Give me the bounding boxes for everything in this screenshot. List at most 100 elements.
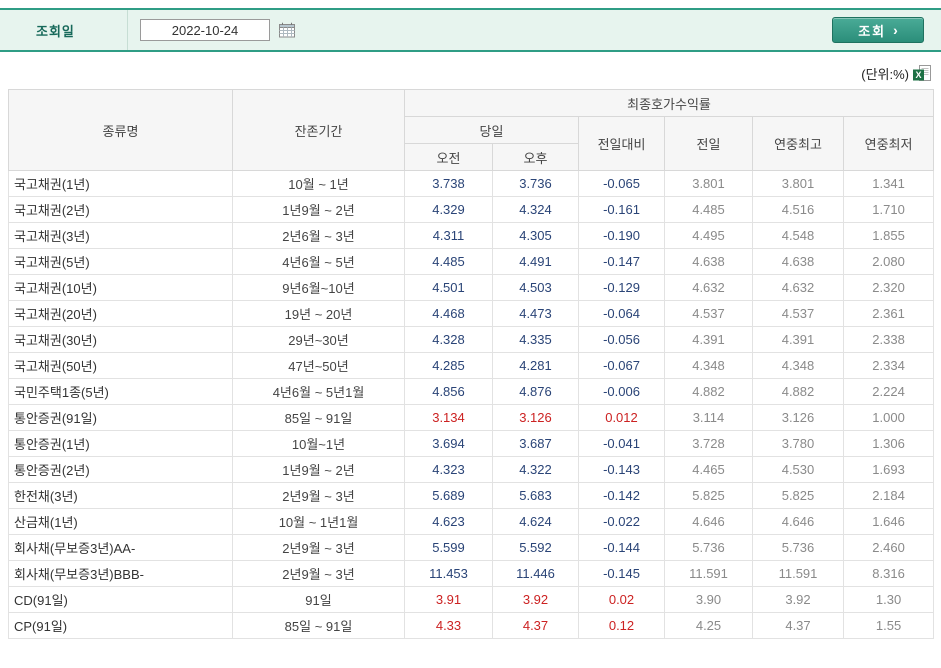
table-row: 한전채(3년) 2년9월 ~ 3년 5.689 5.683 -0.142 5.825 5.8… [8,482,935,509]
year-high: 4.37 [752,612,844,639]
remaining-period: 29년~30년 [232,326,405,353]
change-vs-prev: -0.006 [578,378,665,405]
remaining-period: 4년6월 ~ 5년 [232,248,405,275]
divider [127,10,128,50]
bond-name: 통안증권(1년) [8,430,233,457]
remaining-period: 2년6월 ~ 3년 [232,222,405,249]
yield-pm: 4.491 [492,248,579,275]
search-button-label: 조회 [858,23,887,39]
year-low: 1.55 [842,612,935,639]
bond-name: 산금채(1년) [8,508,233,535]
yield-pm: 4.473 [492,300,579,327]
year-low: 1.000 [842,404,935,431]
header-today: 당일 [404,116,579,144]
chevron-right-icon: › [893,22,898,38]
yield-pm: 5.592 [492,534,579,561]
table-row: 통안증권(91일) 85일 ~ 91일 3.134 3.126 0.012 3.114 3.… [8,404,935,431]
yield-pm: 3.126 [492,404,579,431]
yield-am: 3.738 [404,170,493,197]
yield-prev-day: 4.638 [664,248,753,275]
yield-am: 4.33 [404,612,493,639]
year-high: 4.548 [752,222,844,249]
bond-name: 국고채권(10년) [8,274,233,301]
yield-am: 4.328 [404,326,493,353]
table-row: 통안증권(1년) 10월~1년 3.694 3.687 -0.041 3.728 3.780… [8,430,935,457]
excel-download-icon[interactable]: X [913,64,932,82]
query-date-input[interactable] [140,19,270,41]
yield-prev-day: 3.114 [664,404,753,431]
bond-name: 국고채권(5년) [8,248,233,275]
yield-pm: 3.687 [492,430,579,457]
yield-pm: 4.335 [492,326,579,353]
bond-name: 국고채권(3년) [8,222,233,249]
change-vs-prev: -0.145 [578,560,665,587]
table-row: 국고채권(2년) 1년9월 ~ 2년 4.329 4.324 -0.161 4.485 4.… [8,196,935,223]
calendar-icon[interactable] [277,21,297,39]
change-vs-prev: 0.12 [578,612,665,639]
change-vs-prev: -0.041 [578,430,665,457]
year-high: 4.632 [752,274,844,301]
bond-name: 국고채권(2년) [8,196,233,223]
table-row: 국고채권(5년) 4년6월 ~ 5년 4.485 4.491 -0.147 4.638 4.… [8,248,935,275]
yield-prev-day: 4.391 [664,326,753,353]
yield-prev-day: 5.736 [664,534,753,561]
table-row: 국고채권(30년) 29년~30년 4.328 4.335 -0.056 4.391 4.3… [8,326,935,353]
yield-table: 종류명 잔존기간 최종호가수익률 당일 전일대비 전일 연중최고 연중최저 오전… [8,89,935,639]
remaining-period: 9년6월~10년 [232,274,405,301]
remaining-period: 47년~50년 [232,352,405,379]
year-low: 1.710 [842,196,935,223]
year-low: 2.460 [842,534,935,561]
year-low: 2.184 [842,482,935,509]
change-vs-prev: 0.02 [578,586,665,613]
year-high: 11.591 [752,560,844,587]
yield-prev-day: 3.728 [664,430,753,457]
remaining-period: 2년9월 ~ 3년 [232,534,405,561]
header-prev-day: 전일 [664,116,753,171]
table-row: 회사채(무보증3년)BBB- 2년9월 ~ 3년 11.453 11.446 -0.14… [8,560,935,587]
yield-am: 4.285 [404,352,493,379]
search-button[interactable]: 조회 › [832,17,924,43]
yield-prev-day: 11.591 [664,560,753,587]
header-vs-prev: 전일대비 [578,116,665,171]
table-row: 국고채권(10년) 9년6월~10년 4.501 4.503 -0.129 4.632 4.… [8,274,935,301]
year-low: 2.361 [842,300,935,327]
yield-pm: 4.324 [492,196,579,223]
bond-name: 국민주택1종(5년) [8,378,233,405]
yield-am: 3.694 [404,430,493,457]
yield-pm: 4.322 [492,456,579,483]
year-low: 8.316 [842,560,935,587]
header-year-low: 연중최저 [842,116,935,171]
change-vs-prev: -0.056 [578,326,665,353]
year-high: 3.801 [752,170,844,197]
query-date-label: 조회일 [36,23,75,39]
year-high: 4.646 [752,508,844,535]
table-body: 국고채권(1년) 10월 ~ 1년 3.738 3.736 -0.065 3.801 3.8… [8,170,935,639]
change-vs-prev: -0.143 [578,456,665,483]
remaining-period: 85일 ~ 91일 [232,612,405,639]
table-header: 종류명 잔존기간 최종호가수익률 당일 전일대비 전일 연중최고 연중최저 오전… [8,89,935,171]
year-high: 4.537 [752,300,844,327]
yield-am: 11.453 [404,560,493,587]
remaining-period: 2년9월 ~ 3년 [232,482,405,509]
yield-am: 5.689 [404,482,493,509]
yield-pm: 4.876 [492,378,579,405]
change-vs-prev: -0.064 [578,300,665,327]
calendar-icon-glyph [278,22,295,38]
remaining-period: 10월 ~ 1년1월 [232,508,405,535]
table-row: 국고채권(1년) 10월 ~ 1년 3.738 3.736 -0.065 3.801 3.8… [8,170,935,197]
yield-pm: 4.503 [492,274,579,301]
change-vs-prev: -0.065 [578,170,665,197]
yield-prev-day: 4.485 [664,196,753,223]
year-low: 1.646 [842,508,935,535]
year-high: 5.825 [752,482,844,509]
bond-name: 국고채권(50년) [8,352,233,379]
yield-pm: 3.92 [492,586,579,613]
year-high: 4.348 [752,352,844,379]
year-low: 2.338 [842,326,935,353]
change-vs-prev: -0.190 [578,222,665,249]
yield-prev-day: 3.801 [664,170,753,197]
unit-row: (단위:%) X [0,61,941,85]
yield-am: 3.91 [404,586,493,613]
change-vs-prev: -0.161 [578,196,665,223]
table-row: 회사채(무보증3년)AA- 2년9월 ~ 3년 5.599 5.592 -0.144 5.… [8,534,935,561]
